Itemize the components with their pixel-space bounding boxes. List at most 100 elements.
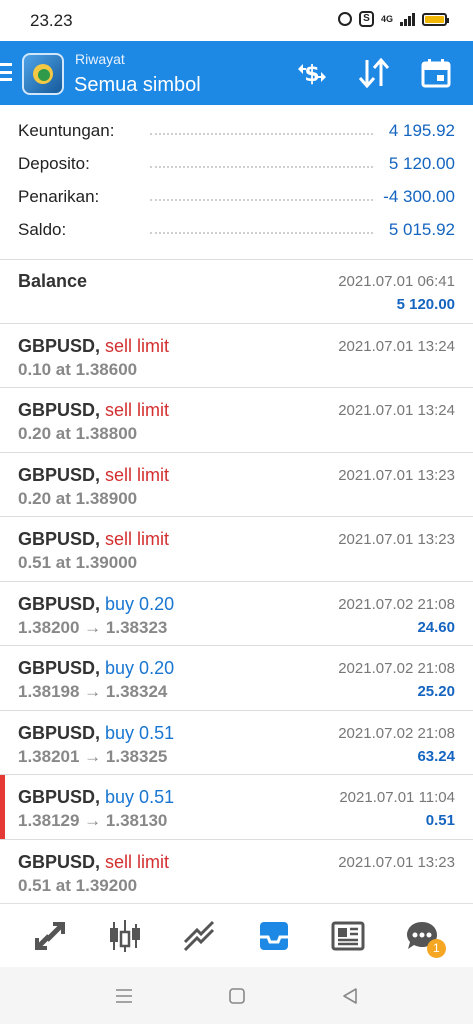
dotted-leader [150,166,373,168]
app-bar: Riwayat Semua simbol $ [0,41,473,105]
row-symbol: GBPUSD, [18,529,101,549]
row-date: 2021.07.01 13:23 [338,531,455,548]
row-profit: 24.60 [417,618,455,636]
s-app-icon: S [358,11,374,27]
row-detail: 1.38129 → 1.38130 [18,811,168,830]
summary-value: -4 300.00 [377,187,455,207]
row-title: GBPUSD, sell limit [18,400,169,421]
sort-icon[interactable] [355,55,393,91]
news-icon[interactable] [326,914,370,958]
list-item-selected[interactable]: GBPUSD, buy 0.51 1.38129 → 1.38130 2021.… [0,775,473,840]
row-profit: 63.24 [417,747,455,765]
row-type: sell limit [105,335,170,356]
row-detail: 0.51 at 1.39000 [18,553,138,572]
chat-icon[interactable]: 1 [400,914,446,958]
chart-icon[interactable] [103,914,147,958]
list-item-balance[interactable]: Balance 2021.07.01 06:41 5 120.00 [0,259,473,324]
account-summary: Keuntungan: 4 195.92 Deposito: 5 120.00 … [0,113,473,245]
row-detail: 1.38198 → 1.38324 [18,682,168,701]
row-detail: 0.20 at 1.38900 [18,488,138,508]
row-symbol: GBPUSD, [18,464,101,485]
app-logo[interactable] [22,53,64,95]
trade-icon[interactable] [177,914,221,958]
row-profit: 0.51 [425,812,455,829]
row-detail: 1.38200 → 1.38323 [18,617,168,637]
summary-label: Deposito: [18,154,96,174]
row-detail: 0.20 at 1.38800 [18,424,138,443]
row-title: GBPUSD, sell limit [18,336,169,357]
list-item[interactable]: GBPUSD, buy 0.20 1.38200 → 1.38323 2021.… [0,582,473,646]
row-type: sell limit [105,400,170,420]
row-type: buy 0.51 [105,722,175,743]
history-icon[interactable] [252,914,296,958]
row-title: GBPUSD, buy 0.51 [18,723,174,744]
row-symbol: GBPUSD, [18,335,101,356]
list-item[interactable]: GBPUSD, sell limit 0.10 at 1.38600 2021.… [0,324,473,388]
list-item[interactable]: GBPUSD, buy 0.51 1.38201 → 1.38325 2021.… [0,711,473,775]
summary-value: 5 120.00 [382,154,455,174]
calendar-icon[interactable] [417,55,455,91]
home-icon[interactable] [226,985,248,1007]
list-item[interactable]: GBPUSD, buy 0.20 1.38198 → 1.38324 2021.… [0,646,473,711]
row-type: buy 0.20 [105,593,175,614]
summary-value: 4 195.92 [382,121,455,141]
row-type: sell limit [105,529,170,549]
dotted-leader [150,232,373,234]
row-date: 2021.07.01 13:24 [338,337,455,355]
chat-badge: 1 [426,938,446,958]
menu-icon[interactable] [0,63,12,81]
currency-exchange-icon[interactable]: $ [293,55,331,91]
row-date: 2021.07.02 21:08 [338,724,455,742]
signal-icon [400,12,415,26]
svg-text:$: $ [304,62,319,87]
row-symbol: GBPUSD, [18,787,101,807]
list-item[interactable]: GBPUSD, sell limit 0.20 at 1.38800 2021.… [0,388,473,453]
summary-row-balance: Saldo: 5 015.92 [0,212,473,245]
row-title: GBPUSD, sell limit [18,465,169,486]
battery-icon [422,12,449,26]
row-symbol: GBPUSD, [18,400,101,420]
row-detail: 1.38201 → 1.38325 [18,746,168,766]
row-detail: 0.10 at 1.38600 [18,359,138,379]
system-nav [0,967,473,1024]
row-title: GBPUSD, sell limit [18,852,169,873]
row-symbol: GBPUSD, [18,851,101,872]
list-item[interactable]: GBPUSD, sell limit 0.20 at 1.38900 2021.… [0,453,473,517]
summary-label: Keuntungan: [18,121,121,141]
summary-label: Saldo: [18,220,73,240]
summary-label: Penarikan: [18,187,106,207]
status-icons: S 4G [337,11,449,27]
bottom-nav: 1 [0,903,473,967]
quotes-icon[interactable] [29,914,73,958]
row-date: 2021.07.01 13:24 [338,402,455,419]
list-item[interactable]: GBPUSD, sell limit 0.51 at 1.39200 2021.… [0,840,473,905]
list-item[interactable]: GBPUSD, sell limit 0.51 at 1.39000 2021.… [0,517,473,582]
app-title[interactable]: Semua simbol [74,74,201,97]
row-detail: 0.51 at 1.39200 [18,875,138,895]
row-title: Balance [18,271,88,291]
row-title: GBPUSD, buy 0.51 [18,787,174,808]
history-list: Balance 2021.07.01 06:41 5 120.00 GBPUSD… [0,259,473,904]
network-type: 4G [380,14,393,24]
row-symbol: GBPUSD, [18,722,101,743]
back-icon[interactable] [339,985,361,1007]
app-actions: $ [293,55,455,91]
row-date: 2021.07.02 21:08 [338,595,455,613]
row-date: 2021.07.01 13:23 [338,466,455,484]
row-type: buy 0.51 [105,787,175,807]
alarm-icon [337,12,352,26]
summary-row-deposit: Deposito: 5 120.00 [0,146,473,179]
summary-value: 5 015.92 [382,220,455,240]
row-title: GBPUSD, sell limit [18,529,169,550]
status-bar: 23.23 S 4G [0,0,473,41]
row-symbol: GBPUSD, [18,658,101,678]
row-type: sell limit [105,851,170,872]
row-profit: 25.20 [417,683,455,700]
row-title: GBPUSD, buy 0.20 [18,658,174,679]
menu-icon[interactable] [113,985,135,1007]
row-date: 2021.07.01 11:04 [339,789,455,806]
status-time: 23.23 [30,11,73,30]
app-subtitle: Riwayat [75,51,125,67]
row-title: GBPUSD, buy 0.20 [18,594,174,615]
row-date: 2021.07.01 13:23 [338,853,455,871]
